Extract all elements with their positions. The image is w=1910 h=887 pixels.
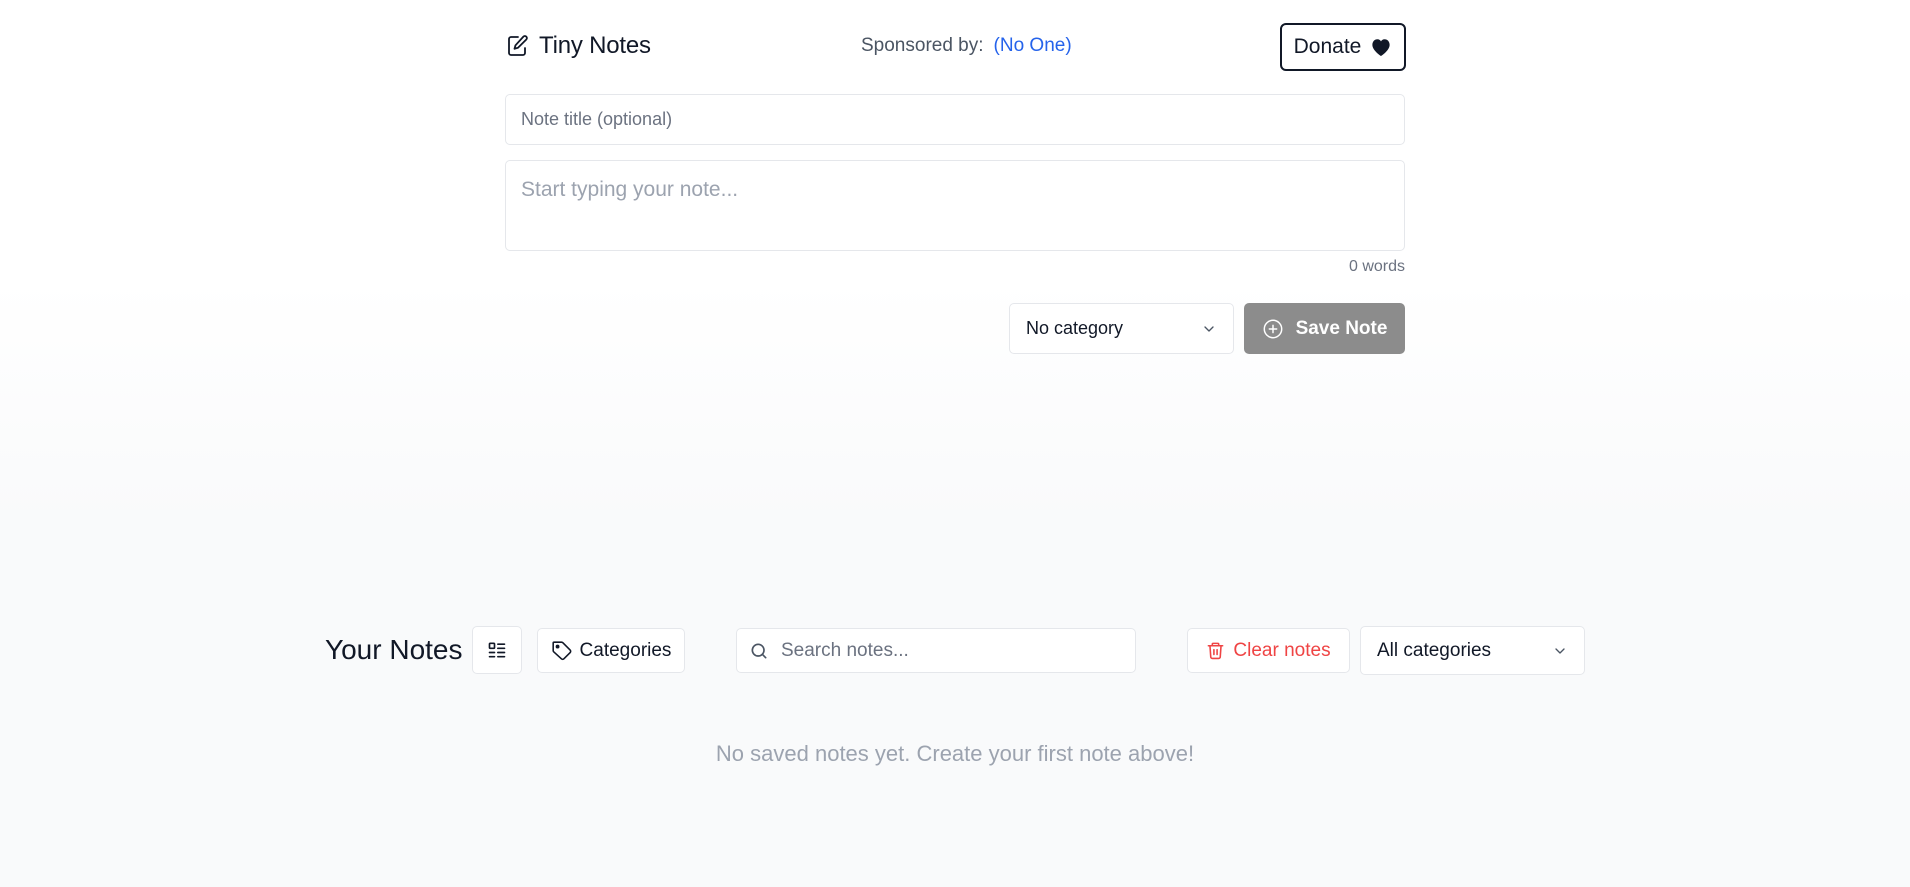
save-note-button[interactable]: Save Note	[1244, 303, 1405, 354]
category-filter-value: All categories	[1377, 639, 1492, 661]
category-filter-select[interactable]: All categories	[1360, 626, 1585, 675]
clear-notes-button[interactable]: Clear notes	[1187, 628, 1350, 673]
tag-icon	[551, 640, 572, 661]
note-body-input[interactable]	[505, 160, 1405, 251]
category-select-value: No category	[1026, 318, 1124, 338]
clear-notes-label: Clear notes	[1233, 639, 1331, 661]
categories-label: Categories	[579, 639, 672, 661]
note-title-input[interactable]	[505, 94, 1405, 145]
brand: Tiny Notes	[505, 32, 651, 60]
app-header: Tiny Notes Sponsored by: (No One) Donate	[505, 22, 1406, 72]
word-count: 0 words	[1348, 258, 1405, 275]
chevron-down-icon	[1552, 643, 1568, 659]
sponsor-link[interactable]: (No One)	[994, 35, 1072, 57]
donate-label: Donate	[1293, 35, 1362, 58]
save-note-label: Save Note	[1295, 317, 1388, 339]
empty-notes-message: No saved notes yet. Create your first no…	[715, 741, 1195, 766]
list-view-icon	[487, 640, 507, 660]
donate-button[interactable]: Donate	[1280, 23, 1406, 71]
notes-heading: Your Notes	[325, 634, 463, 665]
heart-icon	[1370, 37, 1392, 57]
sponsor-info: Sponsored by: (No One)	[861, 35, 1072, 57]
search-box	[736, 628, 1136, 673]
list-view-toggle-button[interactable]	[472, 626, 522, 674]
plus-circle-icon	[1262, 318, 1284, 340]
app-title: Tiny Notes	[539, 32, 651, 59]
sponsor-label: Sponsored by:	[861, 35, 984, 56]
chevron-down-icon	[1201, 321, 1217, 337]
note-category-select[interactable]: No category	[1009, 303, 1234, 354]
categories-button[interactable]: Categories	[537, 628, 685, 673]
trash-icon	[1206, 640, 1225, 661]
search-icon	[749, 641, 769, 661]
search-input[interactable]	[779, 638, 1113, 663]
edit-note-icon	[505, 34, 529, 58]
